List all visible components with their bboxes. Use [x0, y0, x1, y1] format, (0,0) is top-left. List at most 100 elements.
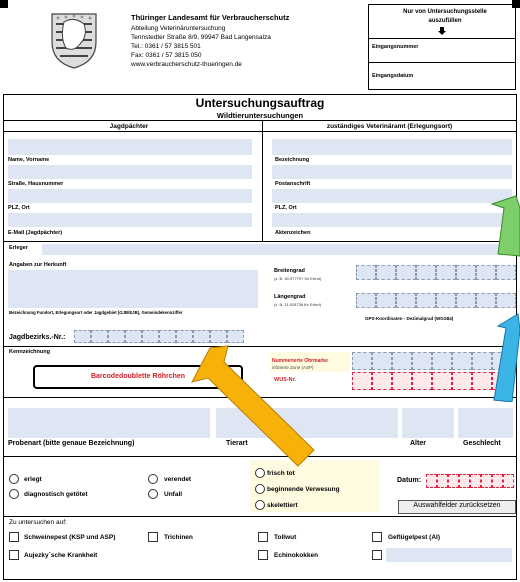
checkbox-swine-fever[interactable]: [9, 532, 19, 542]
radio-decay[interactable]: [255, 484, 265, 494]
sex-field[interactable]: [458, 408, 513, 438]
down-arrow-icon: [438, 27, 446, 35]
origin-label: Angaben zur Herkunft: [9, 262, 67, 268]
zip-city-field[interactable]: [8, 189, 252, 203]
date-digit-cell[interactable]: [437, 474, 448, 488]
corner-marker: [0, 0, 8, 8]
ear-tag-digit-cell[interactable]: [392, 352, 412, 370]
checkbox-aujeszky[interactable]: [9, 550, 19, 560]
origin-field[interactable]: [8, 270, 258, 308]
wus-digit-cell[interactable]: [372, 372, 392, 390]
checkbox-rabies[interactable]: [258, 532, 268, 542]
longitude-digit-cell[interactable]: [476, 293, 496, 308]
gps-note: GPS-Koordinaten - Dezimalgrad (WGS84): [365, 316, 454, 321]
ear-tag-digit-cell[interactable]: [432, 352, 452, 370]
checkbox-trichinae[interactable]: [148, 532, 158, 542]
latitude-digit-cell[interactable]: [376, 265, 396, 280]
longitude-digit-cell[interactable]: [436, 293, 456, 308]
longitude-digit-cell[interactable]: [496, 293, 516, 308]
name-field[interactable]: [8, 139, 252, 155]
office-zip-field[interactable]: [272, 189, 512, 203]
checkbox-avian-flu-label: Geflügelpest (AI): [388, 534, 441, 541]
yellow-arrow-icon: [191, 345, 315, 467]
district-digit-cell[interactable]: [125, 330, 142, 343]
checkbox-avian-flu[interactable]: [372, 532, 382, 542]
age-field[interactable]: [402, 408, 454, 438]
location-note: Bezeichnung Fundort, Erlegungsort oder J…: [9, 310, 183, 315]
longitude-digit-cell[interactable]: [456, 293, 476, 308]
ear-tag-digit-cell[interactable]: [452, 352, 472, 370]
checkbox-aujeszky-label: Aujezky`sche Krankheit: [24, 552, 98, 559]
tests-label: Zu untersuchen auf:: [9, 519, 67, 526]
longitude-digit-cell[interactable]: [416, 293, 436, 308]
district-digit-cell[interactable]: [159, 330, 176, 343]
latitude-digit-cell[interactable]: [436, 265, 456, 280]
wus-digit-cell[interactable]: [392, 372, 412, 390]
email-field[interactable]: [8, 213, 252, 227]
date-digit-cell[interactable]: [481, 474, 492, 488]
divider: [3, 241, 517, 242]
wus-digit-cell[interactable]: [452, 372, 472, 390]
latitude-label: Breitengrad: [274, 268, 305, 274]
street-field[interactable]: [8, 165, 252, 179]
file-number-field[interactable]: [272, 213, 512, 227]
district-digit-cell[interactable]: [142, 330, 159, 343]
column-divider: [262, 120, 263, 241]
district-number-label: Jagdbezirks.-Nr.:: [9, 334, 66, 341]
date-digit-cell[interactable]: [459, 474, 470, 488]
ear-tag-digit-cell[interactable]: [412, 352, 432, 370]
longitude-label: Längengrad: [274, 294, 306, 300]
checkbox-rabies-label: Tollwut: [274, 534, 297, 541]
other-test-field[interactable]: [386, 548, 512, 562]
ear-tag-digit-cell[interactable]: [352, 352, 372, 370]
org-name: Thüringer Landesamt für Verbraucherschut…: [131, 13, 290, 22]
ear-tag-digit-cell[interactable]: [372, 352, 392, 370]
sex-label: Geschlecht: [463, 440, 501, 447]
form-subtitle: Wildtieruntersuchungen: [216, 111, 304, 120]
ear-tag-digit-cell[interactable]: [472, 352, 492, 370]
office-name-field[interactable]: [272, 139, 512, 155]
district-digit-cell[interactable]: [108, 330, 125, 343]
date-digit-cell[interactable]: [426, 474, 437, 488]
longitude-digit-cell[interactable]: [376, 293, 396, 308]
latitude-digit-cell[interactable]: [396, 265, 416, 280]
wus-digit-cell[interactable]: [432, 372, 452, 390]
latitude-digit-cell[interactable]: [496, 265, 516, 280]
longitude-digit-cell[interactable]: [396, 293, 416, 308]
longitude-digit-cell[interactable]: [356, 293, 376, 308]
zip-city-label: PLZ, Ort: [8, 205, 30, 211]
latitude-digit-cell[interactable]: [456, 265, 476, 280]
radio-accident[interactable]: [148, 489, 158, 499]
form-title: Untersuchungsauftrag: [195, 96, 325, 110]
radio-perished-label: verendet: [164, 476, 192, 483]
district-digit-cell[interactable]: [91, 330, 108, 343]
office-zip-label: PLZ, Ort: [275, 205, 297, 211]
wus-digit-cell[interactable]: [472, 372, 492, 390]
latitude-digit-cell[interactable]: [476, 265, 496, 280]
date-digit-cell[interactable]: [503, 474, 514, 488]
date-digit-cell[interactable]: [470, 474, 481, 488]
radio-diagnostic[interactable]: [9, 489, 19, 499]
divider: [3, 120, 517, 121]
radio-perished[interactable]: [148, 474, 158, 484]
wus-digit-cell[interactable]: [412, 372, 432, 390]
date-digit-cell[interactable]: [492, 474, 503, 488]
hunter-field[interactable]: [42, 244, 512, 255]
age-label: Alter: [410, 440, 426, 447]
wus-digit-cell[interactable]: [352, 372, 372, 390]
radio-decay-label: beginnende Verwesung: [267, 486, 340, 493]
coat-of-arms-icon: [44, 8, 104, 70]
hunter-label: Erleger: [9, 245, 28, 251]
postal-address-field[interactable]: [272, 165, 512, 179]
checkbox-other[interactable]: [372, 550, 382, 560]
right-column-header: zuständiges Veterinäramt (Erlegungsort): [326, 123, 453, 130]
checkbox-echinococcus[interactable]: [258, 550, 268, 560]
latitude-digit-cell[interactable]: [356, 265, 376, 280]
radio-accident-label: Unfall: [164, 491, 183, 498]
date-digit-cell[interactable]: [448, 474, 459, 488]
radio-killed[interactable]: [9, 474, 19, 484]
district-digit-cell[interactable]: [74, 330, 91, 343]
file-number-label: Aktenzeichen: [275, 230, 311, 236]
latitude-digit-cell[interactable]: [416, 265, 436, 280]
radio-skeleton[interactable]: [255, 500, 265, 510]
